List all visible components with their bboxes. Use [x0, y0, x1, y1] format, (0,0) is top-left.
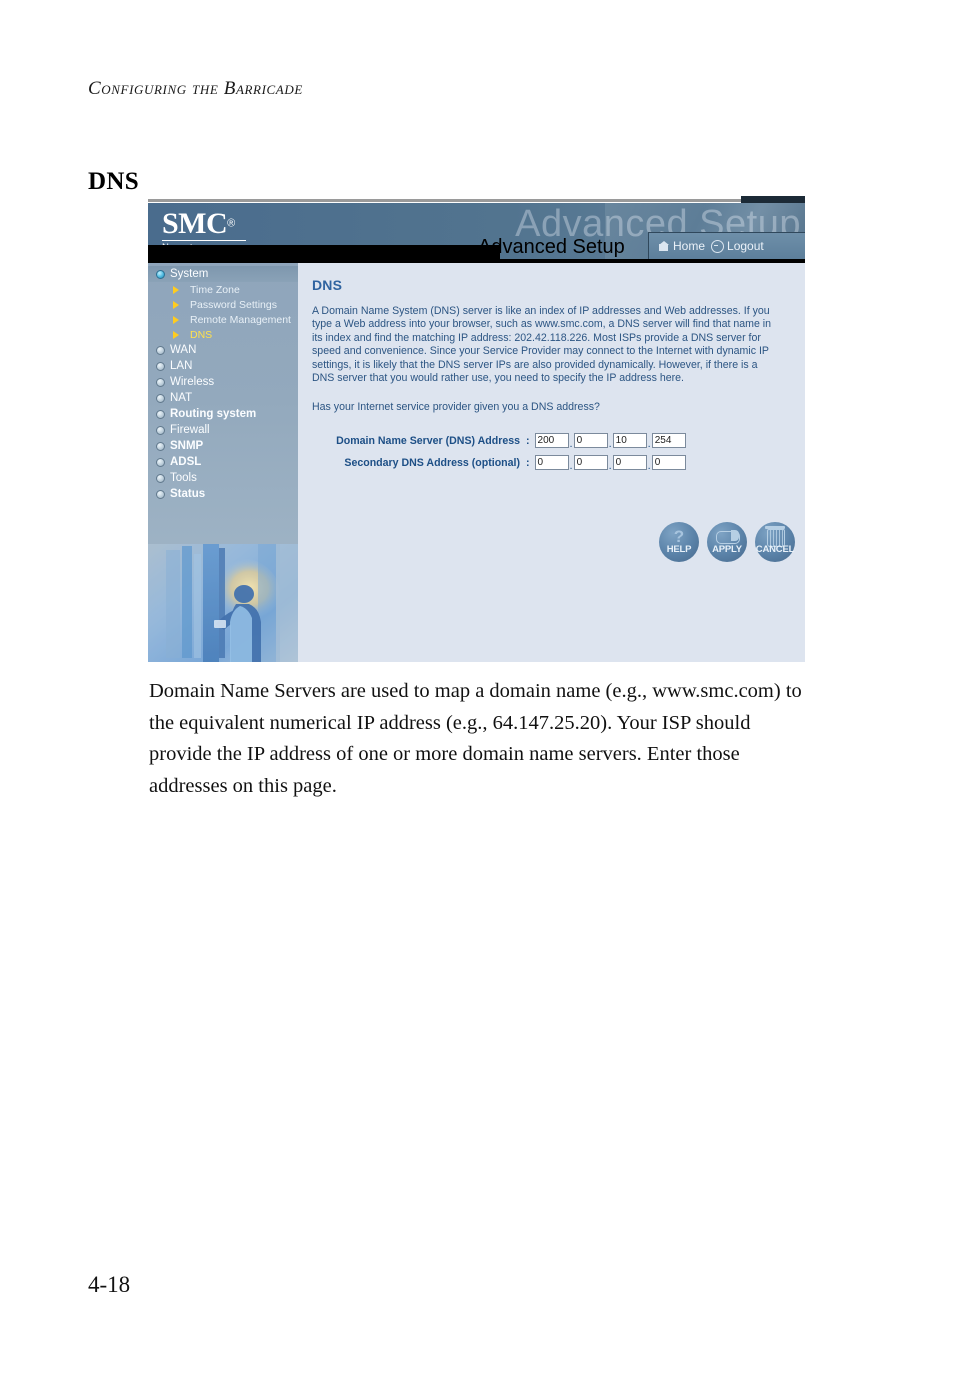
logo-wordmark: SMC [162, 207, 228, 240]
sidebar-item-firewall[interactable]: Firewall [148, 422, 298, 438]
help-button[interactable]: ? HELP [659, 522, 699, 562]
sidebar-item-wireless[interactable]: Wireless [148, 374, 298, 390]
logout-link[interactable]: Logout [711, 239, 764, 253]
secondary-dns-octet-2[interactable]: 0 [573, 455, 608, 471]
bullet-icon [156, 361, 165, 371]
server-room-photo-icon [148, 544, 298, 662]
home-label: Home [673, 239, 706, 253]
sidebar-item-label: Status [170, 488, 206, 500]
sidebar-subitem-label: DNS [190, 328, 213, 341]
primary-dns-row: Domain Name Server (DNS) Address : 200 .… [312, 431, 791, 450]
bullet-icon [156, 425, 165, 435]
sidebar-item-wan[interactable]: WAN [148, 342, 298, 358]
router-body: System Time Zone Password Settings Remot… [148, 259, 805, 662]
sidebar-item-routing-system[interactable]: Routing system [148, 406, 298, 422]
primary-dns-label: Domain Name Server (DNS) Address [336, 434, 520, 447]
sidebar-item-system[interactable]: System [148, 266, 298, 282]
sidebar-subitem-dns[interactable]: DNS [148, 327, 298, 342]
router-admin-screenshot: Advanced Setup SMC® N e t w o r k s Home… [148, 203, 805, 662]
header-black-bar [148, 245, 500, 259]
apply-button-label: APPLY [712, 544, 742, 555]
arrow-right-icon [173, 285, 185, 294]
registered-trademark-icon: ® [227, 217, 236, 230]
content-question: Has your Internet service provider given… [312, 401, 600, 414]
page-number: 4-18 [88, 1272, 131, 1297]
arrow-right-icon [173, 300, 185, 309]
sidebar-item-label: Firewall [170, 424, 210, 436]
sidebar-item-label: NAT [170, 392, 193, 404]
bullet-icon [156, 269, 165, 279]
sidebar-item-adsl[interactable]: ADSL [148, 454, 298, 470]
logout-label: Logout [727, 239, 764, 253]
sidebar-item-status[interactable]: Status [148, 486, 298, 502]
secondary-dns-octet-3[interactable]: 0 [612, 455, 647, 471]
sidebar-item-label: WAN [170, 344, 197, 356]
sidebar-subitem-remote-management[interactable]: Remote Management [148, 312, 298, 327]
bullet-icon [156, 409, 165, 419]
bullet-icon [156, 473, 165, 483]
help-button-label: HELP [666, 544, 692, 555]
bullet-icon [156, 345, 165, 355]
running-header: Configuring the Barricade [88, 78, 303, 99]
bullet-icon [156, 457, 165, 467]
bullet-icon [156, 377, 165, 387]
cancel-button-label: CANCEL [755, 544, 795, 555]
sidebar-item-lan[interactable]: LAN [148, 358, 298, 374]
sidebar-item-label: SNMP [170, 440, 204, 452]
sidebar-subitem-label: Time Zone [190, 283, 240, 296]
sidebar-item-label: Routing system [170, 408, 257, 420]
sidebar-item-nat[interactable]: NAT [148, 390, 298, 406]
action-buttons: ? HELP APPLY CANCEL [659, 522, 795, 562]
secondary-dns-octet-4[interactable]: 0 [651, 455, 686, 471]
advanced-setup-title: Advanced Setup [478, 236, 625, 258]
arrow-right-icon [173, 315, 185, 324]
eraser-icon [716, 530, 740, 544]
header-nav: Home Logout [648, 232, 805, 259]
sidebar-menu: System Time Zone Password Settings Remot… [148, 263, 298, 502]
sidebar-item-tools[interactable]: Tools [148, 470, 298, 486]
sidebar-item-label: LAN [170, 360, 193, 372]
cancel-button[interactable]: CANCEL [755, 522, 795, 562]
home-link[interactable]: Home [659, 239, 705, 253]
sidebar-subitem-label: Remote Management [190, 313, 291, 326]
sidebar-item-label: ADSL [170, 456, 202, 468]
secondary-dns-row: Secondary DNS Address (optional) : 0 . 0… [312, 453, 791, 472]
arrow-right-icon [173, 330, 185, 339]
sidebar-photo [148, 544, 298, 662]
router-header: Advanced Setup SMC® N e t w o r k s Home… [148, 203, 805, 259]
primary-dns-octet-2[interactable]: 0 [573, 433, 608, 449]
dns-form: Domain Name Server (DNS) Address : 200 .… [312, 431, 791, 472]
sidebar: System Time Zone Password Settings Remot… [148, 259, 298, 662]
home-icon [659, 241, 670, 251]
primary-dns-octet-3[interactable]: 10 [612, 433, 647, 449]
primary-dns-colon: : [526, 434, 530, 447]
sidebar-item-snmp[interactable]: SNMP [148, 438, 298, 454]
apply-button[interactable]: APPLY [707, 522, 747, 562]
content-description: A Domain Name System (DNS) server is lik… [312, 305, 772, 385]
sidebar-subitem-time-zone[interactable]: Time Zone [148, 282, 298, 297]
secondary-dns-octet-1[interactable]: 0 [534, 455, 569, 471]
sidebar-item-label: System [170, 268, 209, 280]
secondary-dns-colon: : [526, 456, 530, 469]
primary-dns-octet-4[interactable]: 254 [651, 433, 686, 449]
body-paragraph: Domain Name Servers are used to map a do… [149, 680, 802, 797]
sidebar-subitem-password-settings[interactable]: Password Settings [148, 297, 298, 312]
logout-icon [711, 239, 725, 253]
secondary-dns-label: Secondary DNS Address (optional) [344, 456, 520, 469]
content-title: DNS [312, 277, 343, 293]
bullet-icon [156, 489, 165, 499]
screenshot-top-dark-block [741, 196, 805, 203]
bullet-icon [156, 393, 165, 403]
bullet-icon [156, 441, 165, 451]
screenshot-top-rule [148, 199, 741, 202]
primary-dns-octet-1[interactable]: 200 [534, 433, 569, 449]
content-pane: DNS A Domain Name System (DNS) server is… [298, 259, 805, 662]
page-title: DNS [88, 168, 139, 195]
sidebar-subitem-label: Password Settings [190, 298, 277, 311]
sidebar-item-label: Tools [170, 472, 197, 484]
sidebar-item-label: Wireless [170, 376, 215, 388]
content-inner: DNS A Domain Name System (DNS) server is… [298, 263, 805, 472]
